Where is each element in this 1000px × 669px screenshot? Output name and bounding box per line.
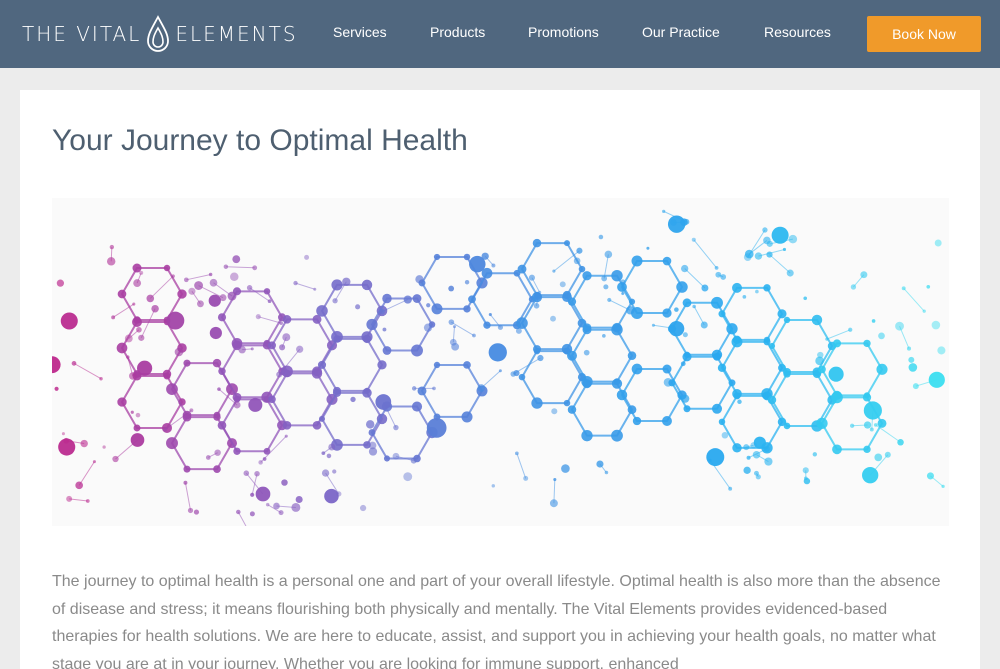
- nav-item-our-practice[interactable]: Our Practice: [642, 24, 720, 40]
- intro-paragraph: The journey to optimal health is a perso…: [52, 573, 941, 669]
- main-nav: Services Products Promotions Our Practic…: [0, 0, 1000, 68]
- nav-item-promotions[interactable]: Promotions: [528, 24, 599, 40]
- hero-image: [52, 198, 949, 526]
- molecular-network-icon: [52, 209, 946, 526]
- nav-item-services[interactable]: Services: [333, 24, 387, 40]
- site-header: THE VITAL ELEMENTS Services Products Pro…: [0, 0, 1000, 68]
- content-card: Your Journey to Optimal Health The journ…: [20, 90, 980, 669]
- book-now-button[interactable]: Book Now: [867, 16, 981, 52]
- nav-item-products[interactable]: Products: [430, 24, 485, 40]
- page-title: Your Journey to Optimal Health: [52, 124, 468, 157]
- nav-item-resources[interactable]: Resources: [764, 24, 831, 40]
